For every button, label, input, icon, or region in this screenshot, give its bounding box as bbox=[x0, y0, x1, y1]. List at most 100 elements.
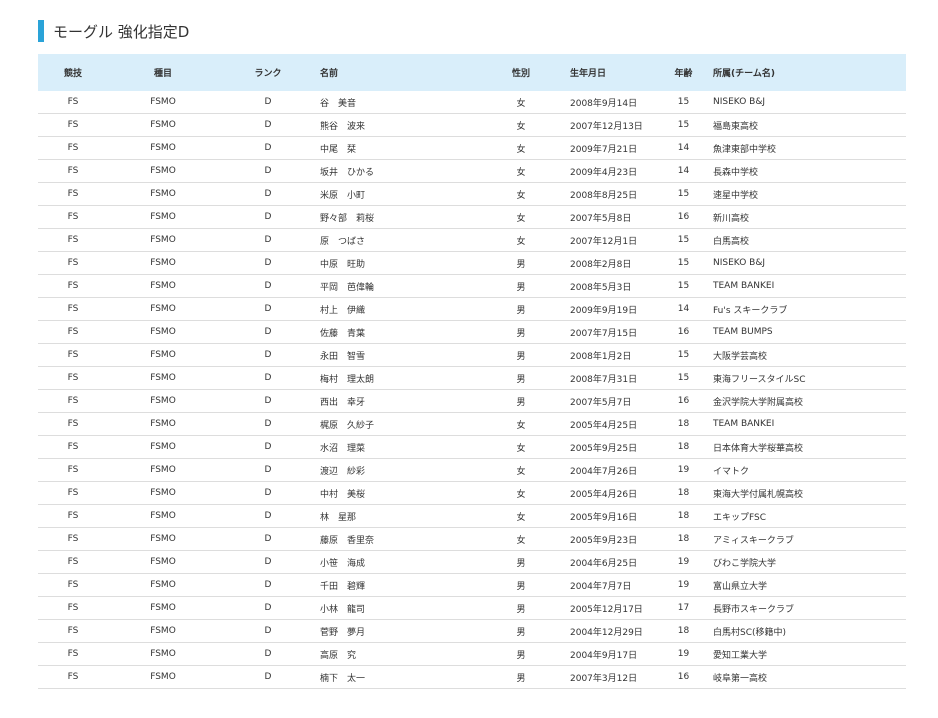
cell-team: TEAM BANKEI bbox=[707, 274, 906, 298]
cell-age: 15 bbox=[660, 113, 707, 137]
cell-event: FSMO bbox=[108, 113, 218, 137]
cell-birthdate: 2008年7月31日 bbox=[570, 366, 660, 390]
cell-gender: 女 bbox=[472, 458, 570, 482]
heading-accent-bar bbox=[38, 20, 44, 42]
table-row: FS FSMO D 坂井 ひかる女 2009年4月23日 14 長森中学校 bbox=[38, 159, 906, 183]
cell-sport: FS bbox=[38, 228, 108, 252]
cell-gender: 男 bbox=[472, 619, 570, 643]
cell-rank: D bbox=[218, 136, 318, 160]
cell-sport: FS bbox=[38, 159, 108, 183]
cell-sport: FS bbox=[38, 596, 108, 620]
cell-gender: 男 bbox=[472, 343, 570, 367]
cell-age: 19 bbox=[660, 458, 707, 482]
cell-age: 18 bbox=[660, 481, 707, 505]
cell-birthdate: 2005年9月16日 bbox=[570, 504, 660, 528]
table-row: FS FSMO D 中原 旺助男 2008年2月8日 15 NISEKO B&J bbox=[38, 251, 906, 275]
cell-team: 白馬高校 bbox=[707, 228, 906, 252]
cell-sport: FS bbox=[38, 205, 108, 229]
cell-event: FSMO bbox=[108, 91, 218, 114]
cell-name: 菅野 夢月 bbox=[318, 619, 472, 643]
cell-team: 富山県立大学 bbox=[707, 573, 906, 597]
cell-team: Fu's スキークラブ bbox=[707, 297, 906, 321]
table-row: FS FSMO D 熊谷 波来女 2007年12月13日 15 福島東高校 bbox=[38, 113, 906, 137]
cell-team: 東海大学付属札幌高校 bbox=[707, 481, 906, 505]
cell-name: 谷 美音 bbox=[318, 91, 472, 114]
cell-event: FSMO bbox=[108, 389, 218, 413]
table-row: FS FSMO D 渡辺 紗彩女 2004年7月26日 19 イマトク bbox=[38, 458, 906, 482]
cell-age: 16 bbox=[660, 389, 707, 413]
cell-birthdate: 2007年12月1日 bbox=[570, 228, 660, 252]
cell-age: 15 bbox=[660, 366, 707, 390]
cell-team: TEAM BUMPS bbox=[707, 320, 906, 344]
cell-sport: FS bbox=[38, 412, 108, 436]
cell-rank: D bbox=[218, 251, 318, 275]
cell-birthdate: 2009年7月21日 bbox=[570, 136, 660, 160]
cell-team: 白馬村SC(移籍中) bbox=[707, 619, 906, 643]
cell-rank: D bbox=[218, 182, 318, 206]
table-header: 競技 種目 ランク 名前 性別 生年月日 年齢 所属(チーム名) bbox=[38, 54, 906, 91]
cell-event: FSMO bbox=[108, 182, 218, 206]
cell-event: FSMO bbox=[108, 435, 218, 459]
cell-gender: 女 bbox=[472, 182, 570, 206]
table-row: FS FSMO D 中尾 栞女 2009年7月21日 14 魚津東部中学校 bbox=[38, 136, 906, 160]
cell-sport: FS bbox=[38, 550, 108, 574]
cell-birthdate: 2007年7月15日 bbox=[570, 320, 660, 344]
cell-rank: D bbox=[218, 274, 318, 298]
table-row: FS FSMO D 中村 美桜女 2005年4月26日 18 東海大学付属札幌高校 bbox=[38, 481, 906, 505]
cell-name: 林 星那 bbox=[318, 504, 472, 528]
cell-sport: FS bbox=[38, 458, 108, 482]
cell-age: 18 bbox=[660, 412, 707, 436]
table-row: FS FSMO D 原 つばさ女 2007年12月1日 15 白馬高校 bbox=[38, 228, 906, 252]
cell-gender: 男 bbox=[472, 366, 570, 390]
cell-event: FSMO bbox=[108, 228, 218, 252]
cell-gender: 女 bbox=[472, 113, 570, 137]
table-row: FS FSMO D 佐藤 青葉男 2007年7月15日 16 TEAM BUMPS bbox=[38, 320, 906, 344]
cell-event: FSMO bbox=[108, 412, 218, 436]
cell-name: 梶原 久紗子 bbox=[318, 412, 472, 436]
cell-rank: D bbox=[218, 435, 318, 459]
cell-sport: FS bbox=[38, 366, 108, 390]
cell-rank: D bbox=[218, 366, 318, 390]
cell-rank: D bbox=[218, 228, 318, 252]
cell-event: FSMO bbox=[108, 251, 218, 275]
cell-event: FSMO bbox=[108, 458, 218, 482]
cell-rank: D bbox=[218, 412, 318, 436]
cell-name: 中尾 栞 bbox=[318, 136, 472, 160]
header-rank: ランク bbox=[218, 54, 318, 91]
cell-birthdate: 2008年2月8日 bbox=[570, 251, 660, 275]
cell-name: 原 つばさ bbox=[318, 228, 472, 252]
cell-gender: 男 bbox=[472, 320, 570, 344]
cell-rank: D bbox=[218, 343, 318, 367]
cell-birthdate: 2005年4月26日 bbox=[570, 481, 660, 505]
cell-gender: 男 bbox=[472, 251, 570, 275]
cell-event: FSMO bbox=[108, 320, 218, 344]
cell-gender: 男 bbox=[472, 665, 570, 689]
cell-name: 佐藤 青葉 bbox=[318, 320, 472, 344]
header-sport: 競技 bbox=[38, 54, 108, 91]
cell-name: 梅村 理太朗 bbox=[318, 366, 472, 390]
cell-birthdate: 2008年5月3日 bbox=[570, 274, 660, 298]
cell-team: イマトク bbox=[707, 458, 906, 482]
cell-sport: FS bbox=[38, 251, 108, 275]
cell-name: 渡辺 紗彩 bbox=[318, 458, 472, 482]
cell-gender: 女 bbox=[472, 159, 570, 183]
table-row: FS FSMO D 西出 幸牙男 2007年5月7日 16 金沢学院大学附属高校 bbox=[38, 389, 906, 413]
cell-sport: FS bbox=[38, 642, 108, 666]
cell-age: 14 bbox=[660, 297, 707, 321]
table-row: FS FSMO D 藤原 香里奈女 2005年9月23日 18 アミィスキークラブ bbox=[38, 527, 906, 551]
cell-sport: FS bbox=[38, 274, 108, 298]
cell-name: 中原 旺助 bbox=[318, 251, 472, 275]
athlete-table: 競技 種目 ランク 名前 性別 生年月日 年齢 所属(チーム名) FS FSMO D… bbox=[38, 54, 906, 689]
cell-age: 19 bbox=[660, 642, 707, 666]
cell-age: 15 bbox=[660, 91, 707, 114]
cell-rank: D bbox=[218, 550, 318, 574]
table-row: FS FSMO D 梅村 理太朗男 2008年7月31日 15 東海フリースタイルSC bbox=[38, 366, 906, 390]
cell-age: 16 bbox=[660, 205, 707, 229]
cell-rank: D bbox=[218, 642, 318, 666]
cell-name: 坂井 ひかる bbox=[318, 159, 472, 183]
cell-birthdate: 2008年9月14日 bbox=[570, 91, 660, 114]
cell-birthdate: 2008年1月2日 bbox=[570, 343, 660, 367]
cell-name: 水沼 理菜 bbox=[318, 435, 472, 459]
cell-team: 金沢学院大学附属高校 bbox=[707, 389, 906, 413]
cell-team: 大阪学芸高校 bbox=[707, 343, 906, 367]
